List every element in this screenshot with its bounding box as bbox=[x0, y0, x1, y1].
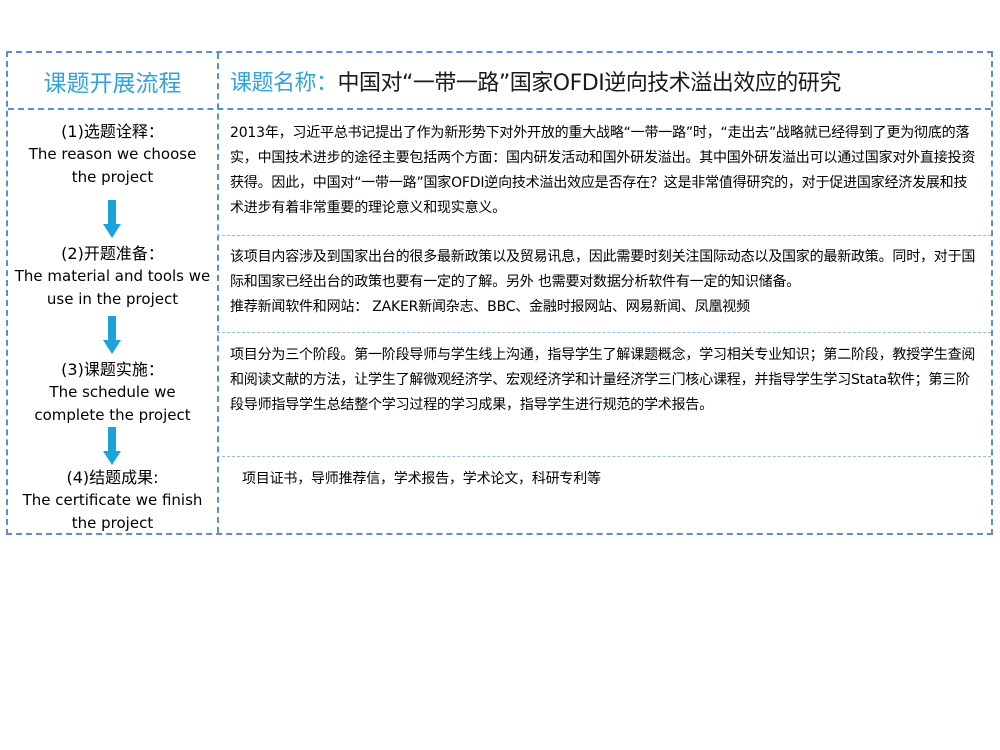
step-2: (2)开题准备： The material and tools we use i… bbox=[8, 243, 217, 311]
row-divider bbox=[217, 235, 991, 236]
project-title-label: 课题名称： bbox=[230, 70, 338, 96]
step-3-en-line2: complete the project bbox=[34, 406, 191, 424]
process-column-title: 课题开展流程 bbox=[43, 70, 182, 97]
step-4-en-line1: The certificate we finish bbox=[22, 491, 203, 509]
down-arrow-icon bbox=[103, 316, 121, 354]
step-3-en-line1: The schedule we bbox=[49, 383, 176, 401]
step-2-zh: (2)开题准备： bbox=[61, 244, 164, 263]
step-4-zh: (4)结题成果: bbox=[66, 468, 159, 487]
step-3-zh: (3)课题实施： bbox=[61, 360, 164, 379]
content-preparation: 该项目内容涉及到国家出台的很多最新政策以及贸易讯息，因此需要时刻关注国际动态以及… bbox=[230, 245, 981, 320]
step-2-en-line1: The material and tools we bbox=[14, 267, 211, 285]
project-title-row: 课题名称： 中国对“一带一路”国家OFDI逆向技术溢出效应的研究 bbox=[230, 53, 989, 108]
step-4-en-line2: the project bbox=[71, 514, 154, 532]
content-schedule: 项目分为三个阶段。第一阶段导师与学生线上沟通，指导学生了解课题概念，学习相关专业… bbox=[230, 343, 981, 418]
content-preparation-text: 该项目内容涉及到国家出台的很多最新政策以及贸易讯息，因此需要时刻关注国际动态以及… bbox=[230, 249, 976, 290]
step-3: (3)课题实施： The schedule we complete the pr… bbox=[8, 359, 217, 427]
step-1-en-line2: the project bbox=[71, 168, 154, 186]
content-preparation-recommend: 推荐新闻软件和网站： ZAKER新闻杂志、BBC、金融时报网站、网易新闻、凤凰视… bbox=[230, 299, 750, 315]
content-results: 项目证书，导师推荐信，学术报告，学术论文，科研专利等 bbox=[242, 467, 981, 492]
process-table: 课题开展流程 课题名称： 中国对“一带一路”国家OFDI逆向技术溢出效应的研究 … bbox=[6, 51, 993, 535]
content-results-text: 项目证书，导师推荐信，学术报告，学术论文，科研专利等 bbox=[242, 471, 601, 487]
row-divider bbox=[217, 456, 991, 457]
step-1: (1)选题诠释： The reason we choose the projec… bbox=[8, 121, 217, 189]
step-1-zh: (1)选题诠释： bbox=[61, 122, 164, 141]
row-divider bbox=[217, 332, 991, 333]
header-divider bbox=[8, 108, 991, 110]
step-2-en-line2: use in the project bbox=[46, 290, 179, 308]
content-reason: 2013年，习近平总书记提出了作为新形势下对外开放的重大战略“一带一路”时，“走… bbox=[230, 121, 981, 221]
column-divider bbox=[217, 53, 219, 533]
content-reason-text: 2013年，习近平总书记提出了作为新形势下对外开放的重大战略“一带一路”时，“走… bbox=[230, 125, 976, 216]
project-title: 中国对“一带一路”国家OFDI逆向技术溢出效应的研究 bbox=[337, 70, 842, 96]
down-arrow-icon bbox=[103, 200, 121, 238]
step-1-en-line1: The reason we choose bbox=[28, 145, 197, 163]
step-4: (4)结题成果: The certificate we finish the p… bbox=[8, 467, 217, 535]
content-schedule-text: 项目分为三个阶段。第一阶段导师与学生线上沟通，指导学生了解课题概念，学习相关专业… bbox=[230, 347, 976, 413]
down-arrow-icon bbox=[103, 427, 121, 465]
